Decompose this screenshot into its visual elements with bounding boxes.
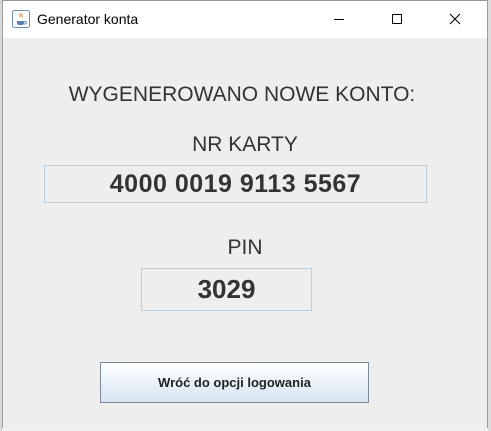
close-icon	[449, 10, 461, 29]
generator-window: Generator konta WYGENEROWANO NOWE KONTO:…	[2, 0, 488, 428]
success-heading: WYGENEROWANO NOWE KONTO:	[68, 83, 416, 106]
close-button[interactable]	[432, 1, 478, 38]
pin-field: 3029	[141, 268, 312, 311]
pin-label: PIN	[227, 236, 263, 259]
card-number-label: NR KARTY	[192, 133, 298, 156]
title-bar[interactable]: Generator konta	[3, 1, 487, 38]
java-icon	[12, 10, 30, 28]
window-title: Generator konta	[37, 11, 139, 27]
minimize-icon	[333, 10, 345, 29]
maximize-button[interactable]	[374, 1, 420, 38]
dialog-content: WYGENEROWANO NOWE KONTO: NR KARTY 4000 0…	[3, 38, 487, 428]
back-to-login-button[interactable]: Wróć do opcji logowania	[100, 362, 369, 403]
card-number-field: 4000 0019 9113 5567	[44, 165, 427, 203]
minimize-button[interactable]	[316, 1, 362, 38]
maximize-icon	[391, 10, 403, 29]
